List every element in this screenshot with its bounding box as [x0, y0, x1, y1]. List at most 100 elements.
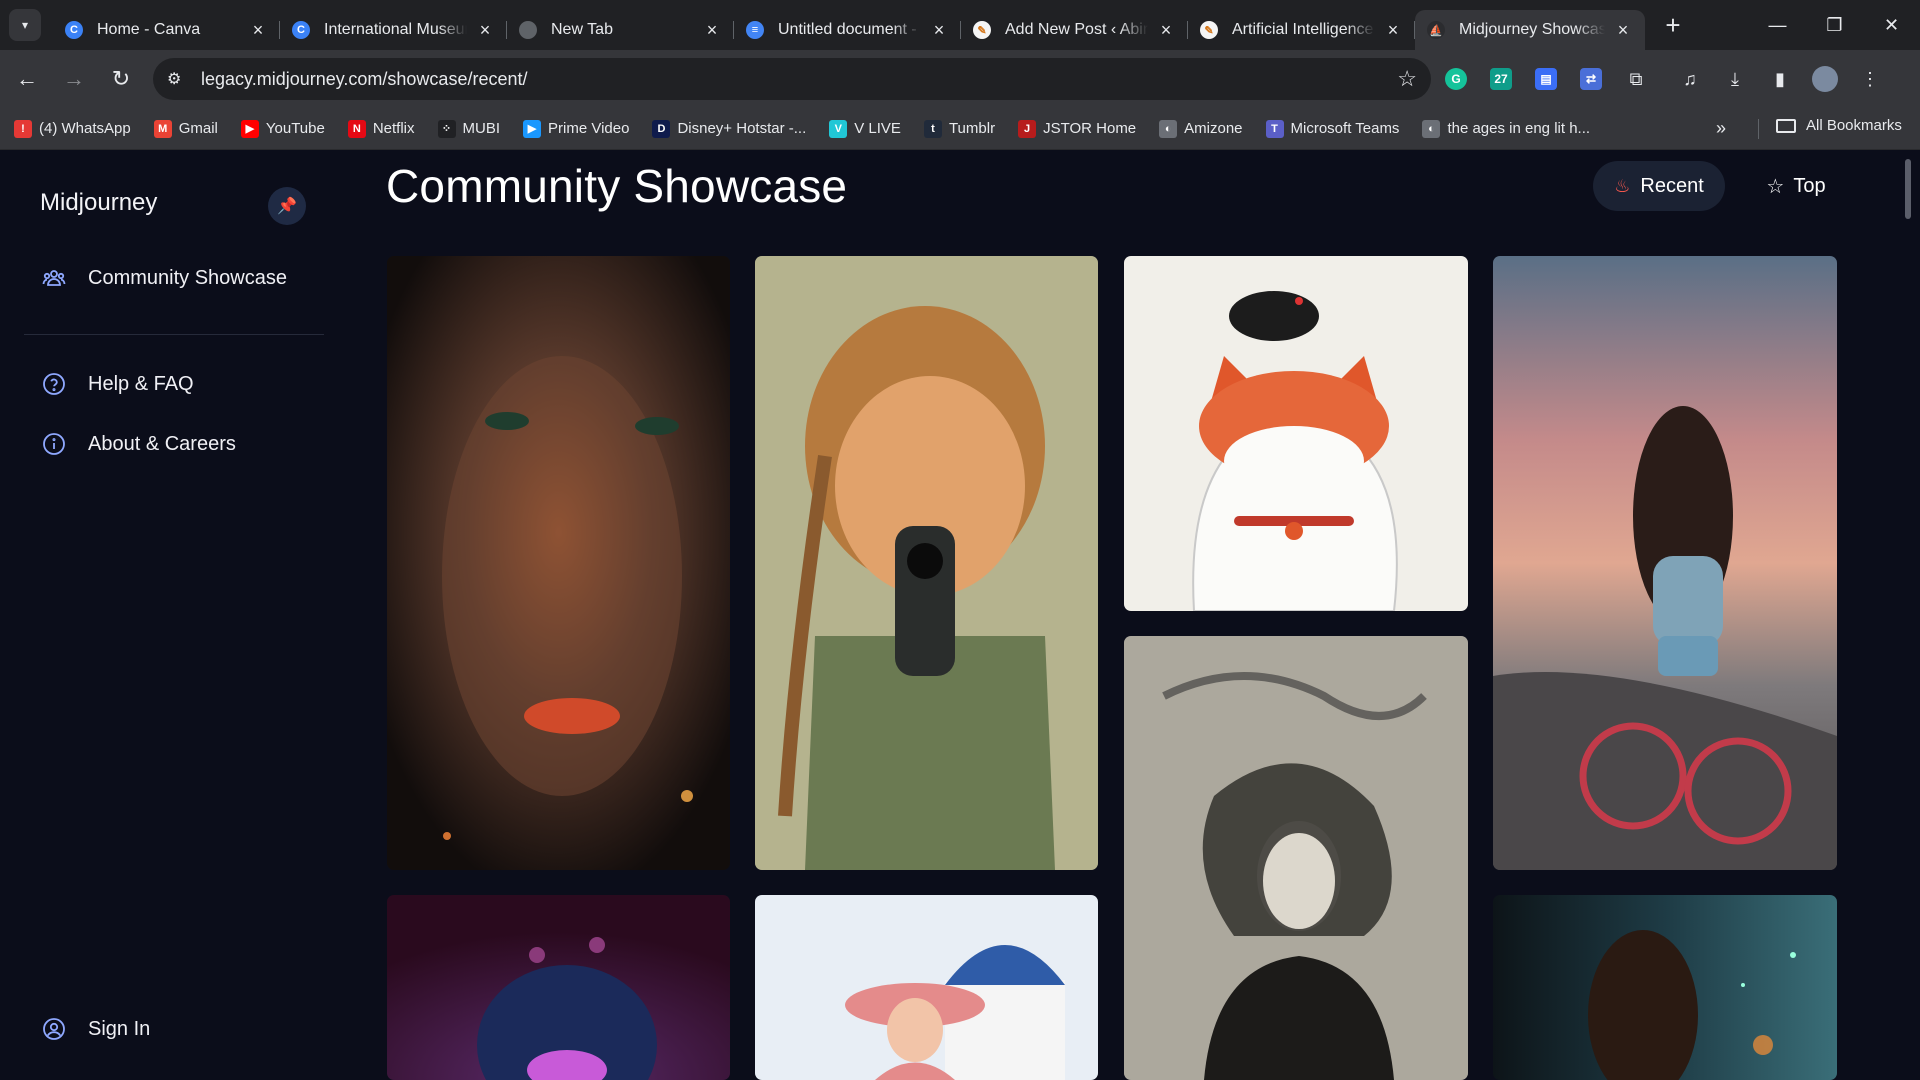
side-panel-button[interactable]: ▮ — [1760, 59, 1800, 99]
help-icon — [40, 370, 68, 398]
tab-search-button[interactable]: ▾ — [9, 9, 41, 41]
tab-close-icon[interactable]: × — [929, 20, 949, 41]
bookmark-favicon-icon: N — [347, 119, 366, 138]
profile-button[interactable] — [1805, 59, 1845, 99]
sidebar-item-about-careers[interactable]: About & Careers — [40, 430, 236, 458]
tab-close-icon[interactable]: × — [1383, 20, 1403, 41]
bookmark-label: Amizone — [1184, 120, 1243, 137]
bookmark-favicon-icon: ◐ — [1422, 119, 1441, 138]
brand-logo[interactable]: Midjourney — [40, 189, 157, 217]
bookmark-label: MUBI — [462, 120, 501, 137]
bookmark-label: Disney+ Hotstar -... — [677, 120, 807, 137]
bookmarks-divider — [1758, 119, 1759, 139]
bookmark-label: (4) WhatsApp — [39, 120, 131, 137]
fire-icon: ♨ — [1614, 175, 1631, 196]
bookmark-item[interactable]: M Gmail — [153, 119, 218, 138]
chevron-down-icon: ▾ — [21, 18, 29, 32]
tab-title: Add New Post ‹ Abir — [1005, 21, 1148, 38]
url-text[interactable]: legacy.midjourney.com/showcase/recent/ — [201, 69, 1397, 90]
bookmark-label: Netflix — [372, 120, 415, 137]
site-info-icon[interactable]: ⚙ — [167, 69, 187, 89]
bookmark-item[interactable]: ▶ Prime Video — [523, 119, 629, 138]
star-icon: ☆ — [1766, 175, 1785, 198]
browser-tab[interactable]: ✎ Artificial Intelligence × — [1188, 10, 1415, 50]
restore-button[interactable]: ❐ — [1806, 0, 1863, 50]
new-tab-button[interactable]: + — [1655, 7, 1691, 43]
calendar-extension[interactable]: 27 — [1481, 59, 1521, 99]
bookmark-item[interactable]: T Microsoft Teams — [1265, 119, 1399, 138]
showcase-image-bike-sunset[interactable] — [1493, 256, 1837, 870]
showcase-image-santorini[interactable] — [755, 895, 1098, 1080]
bookmark-item[interactable]: ◐ the ages in eng lit h... — [1422, 119, 1590, 138]
tab-title: Midjourney Showcase — [1459, 21, 1605, 38]
all-bookmarks-button[interactable]: All Bookmarks — [1776, 117, 1902, 134]
pin-sidebar-button[interactable]: 📌 — [268, 187, 306, 225]
bookmark-item[interactable]: ⁘ MUBI — [437, 119, 501, 138]
translate-extension[interactable]: ⇄ — [1571, 59, 1611, 99]
bookmark-favicon-icon: t — [923, 119, 942, 138]
tab-close-icon[interactable]: × — [702, 20, 722, 41]
bookmark-item[interactable]: V V LIVE — [829, 119, 901, 138]
browser-tab[interactable]: C International Museum × — [280, 10, 507, 50]
bookmark-item[interactable]: ▶ YouTube — [240, 119, 325, 138]
extensions-button[interactable]: ⧉ — [1616, 59, 1656, 99]
docs-extension[interactable]: ▤ — [1526, 59, 1566, 99]
browser-tab[interactable]: ≡ Untitled document - × — [734, 10, 961, 50]
browser-tab[interactable]: New Tab × — [507, 10, 734, 50]
sidebar-item-community-showcase[interactable]: Community Showcase — [40, 264, 287, 292]
page-scrollbar[interactable] — [1905, 159, 1911, 219]
tab-close-icon[interactable]: × — [475, 20, 495, 41]
tab-close-icon[interactable]: × — [1613, 20, 1633, 41]
back-button[interactable]: ← — [7, 59, 47, 99]
showcase-image-portrait-fire[interactable] — [387, 256, 730, 870]
more-vertical-icon: ⋮ — [1861, 68, 1879, 89]
bookmarks-overflow-button[interactable]: » — [1716, 118, 1726, 139]
tab-strip: ▾ C Home - Canva × C International Museum × Ne… — [0, 0, 1920, 50]
grammarly-extension[interactable]: G — [1436, 59, 1476, 99]
sidebar-item-help-faq[interactable]: Help & FAQ — [40, 370, 194, 398]
bookmark-favicon-icon: ! — [14, 119, 32, 138]
showcase-image-bw-girl[interactable] — [1124, 636, 1468, 1080]
calendar-icon: 27 — [1490, 68, 1512, 90]
bookmark-item[interactable]: D Disney+ Hotstar -... — [652, 119, 807, 138]
tab-title: Untitled document - — [778, 21, 917, 38]
bookmark-item[interactable]: N Netflix — [347, 119, 415, 138]
browser-toolbar: ← → ↻ ⚙ legacy.midjourney.com/showcase/r… — [0, 50, 1920, 108]
bookmark-star-icon[interactable]: ☆ — [1397, 66, 1417, 92]
filter-recent-button[interactable]: ♨ Recent — [1593, 161, 1725, 211]
tab-close-icon[interactable]: × — [248, 20, 268, 41]
bookmark-favicon-icon: D — [652, 119, 671, 138]
media-control-button[interactable]: ♫ — [1670, 59, 1710, 99]
bookmark-item[interactable]: t Tumblr — [923, 119, 995, 138]
sign-in-button[interactable]: Sign In — [40, 1015, 150, 1043]
tab-close-icon[interactable]: × — [1156, 20, 1176, 41]
tab-favicon-icon — [519, 21, 537, 39]
browser-tab[interactable]: ✎ Add New Post ‹ Abir × — [961, 10, 1188, 50]
browser-menu-button[interactable]: ⋮ — [1850, 59, 1890, 99]
forward-button[interactable]: → — [54, 59, 94, 99]
minimize-button[interactable]: — — [1749, 0, 1806, 50]
bookmark-item[interactable]: ! (4) WhatsApp — [14, 119, 131, 138]
showcase-image-anime-gun[interactable] — [755, 256, 1098, 870]
address-bar[interactable]: ⚙ legacy.midjourney.com/showcase/recent/… — [153, 58, 1431, 100]
grammarly-icon: G — [1445, 68, 1467, 90]
tab-favicon-icon: ⛵ — [1427, 21, 1445, 39]
browser-tab[interactable]: C Home - Canva × — [53, 10, 280, 50]
filter-top-button[interactable]: ☆ Top — [1746, 161, 1846, 211]
bookmark-item[interactable]: J JSTOR Home — [1018, 119, 1136, 138]
showcase-image-cat-bird[interactable] — [1124, 256, 1468, 611]
tab-favicon-icon: ✎ — [973, 21, 991, 39]
reload-button[interactable]: ↻ — [101, 59, 141, 99]
page-title: Community Showcase — [386, 160, 848, 212]
showcase-image-neon-portrait[interactable] — [387, 895, 730, 1080]
pin-icon: 📌 — [277, 198, 297, 215]
downloads-button[interactable]: ⤓ — [1715, 59, 1755, 99]
sign-in-label: Sign In — [88, 1017, 151, 1040]
tab-title: Artificial Intelligence — [1232, 21, 1374, 38]
browser-tab[interactable]: ⛵ Midjourney Showcase × — [1415, 10, 1645, 50]
showcase-image-rain-portrait[interactable] — [1493, 895, 1837, 1080]
bookmark-favicon-icon: M — [153, 119, 172, 138]
document-icon: ▤ — [1535, 68, 1557, 90]
close-window-button[interactable]: ✕ — [1863, 0, 1920, 50]
bookmark-item[interactable]: ◐ Amizone — [1159, 119, 1243, 138]
